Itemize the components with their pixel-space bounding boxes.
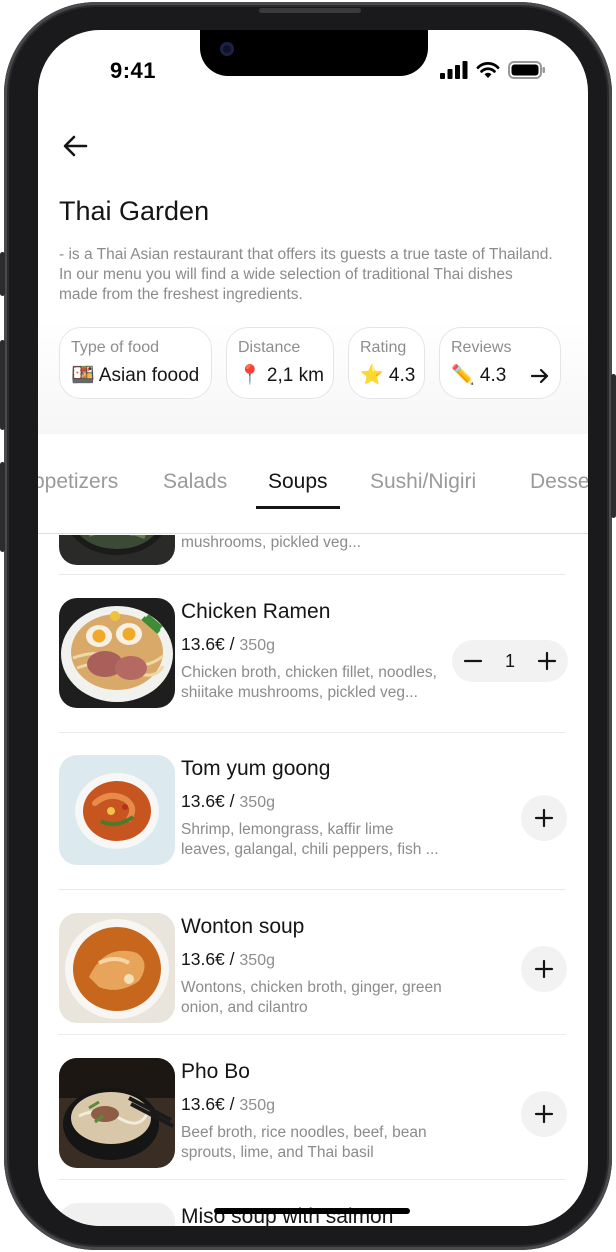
chip-value: 📍 2,1 km: [238, 365, 324, 386]
chip-type-of-food: Type of food 🍱 Asian foood: [59, 327, 212, 399]
divider: [58, 574, 566, 575]
dynamic-island: [200, 30, 428, 76]
add-button[interactable]: [521, 795, 567, 841]
dish-description: mushrooms, pickled veg...: [181, 535, 362, 551]
restaurant-name: Thai Garden: [59, 196, 210, 226]
category-tabs: ppetizers Salads Soups Sushi/Nigiri Dess…: [38, 434, 588, 534]
divider: [58, 732, 566, 733]
plus-icon[interactable]: [536, 650, 558, 672]
plus-icon: [534, 959, 554, 979]
divider: [58, 1034, 566, 1035]
dish-weight: 350g: [239, 952, 275, 969]
dish-price: 13.6€ / 350g: [181, 1094, 275, 1115]
tab-sushi-nigiri[interactable]: Sushi/Nigiri: [370, 470, 476, 494]
signal-icon: [440, 61, 468, 79]
chip-label: Reviews: [451, 339, 512, 356]
quantity-stepper[interactable]: 1: [452, 640, 568, 682]
quantity-value: 1: [504, 650, 515, 671]
add-button[interactable]: [521, 1091, 567, 1137]
screen: 9:41 Thai Garden - is a Thai Asian resta…: [38, 30, 588, 1226]
back-arrow-icon[interactable]: [60, 130, 92, 162]
status-icons: [440, 61, 546, 79]
dish-weight: 350g: [239, 1097, 275, 1114]
phone-frame: 9:41 Thai Garden - is a Thai Asian resta…: [0, 2, 616, 1250]
plus-icon: [534, 1104, 554, 1124]
price-value: 13.6€ /: [181, 791, 235, 811]
add-button[interactable]: [521, 946, 567, 992]
dish-name: Tom yum goong: [181, 757, 331, 780]
chip-label: Type of food: [71, 339, 160, 356]
dish-price: 13.6€ / 350g: [181, 791, 275, 812]
price-value: 13.6€ /: [181, 949, 235, 969]
chip-rating: Rating ⭐ 4.3: [348, 327, 425, 399]
dish-name: Wonton soup: [181, 915, 305, 938]
dish-weight: 350g: [239, 637, 275, 654]
restaurant-description: - is a Thai Asian restaurant that offers…: [59, 246, 553, 303]
dish-price: 13.6€ / 350g: [181, 949, 275, 970]
status-time: 9:41: [110, 58, 157, 83]
wifi-icon: [476, 62, 500, 78]
dish-name: Chicken Ramen: [181, 600, 331, 623]
dish-description: Beef broth, rice noodles, beef, bean spr…: [181, 1124, 427, 1161]
dish-image: [59, 535, 175, 565]
volume-down-button: [0, 462, 5, 552]
price-value: 13.6€ /: [181, 1094, 235, 1114]
mute-switch: [0, 252, 5, 296]
front-camera: [220, 42, 234, 56]
tab-desserts[interactable]: Desse: [530, 470, 588, 494]
divider: [58, 1179, 566, 1180]
power-button: [611, 374, 616, 518]
tab-soups[interactable]: Soups: [268, 470, 328, 494]
dish-image: [59, 913, 175, 1023]
speaker-grille: [259, 8, 361, 13]
battery-icon: [508, 61, 545, 79]
active-tab-indicator: [256, 506, 340, 509]
divider: [58, 889, 566, 890]
dish-name: Pho Bo: [181, 1060, 250, 1083]
chip-reviews[interactable]: Reviews ✏️ 4.3: [439, 327, 561, 399]
chip-label: Distance: [238, 339, 301, 356]
dish-image: [59, 1058, 175, 1168]
tab-appetizers[interactable]: ppetizers: [38, 470, 118, 494]
dish-image: [59, 755, 175, 865]
chip-label: Rating: [360, 339, 407, 356]
volume-up-button: [0, 340, 5, 430]
dish-description: Shrimp, lemongrass, kaffir lime leaves, …: [181, 821, 439, 858]
price-value: 13.6€ /: [181, 634, 235, 654]
plus-icon: [534, 808, 554, 828]
dish-description: Wontons, chicken broth, ginger, green on…: [181, 979, 442, 1016]
dish-image: [59, 1203, 175, 1226]
dish-price: 13.6€ / 350g: [181, 634, 275, 655]
arrow-right-icon[interactable]: [530, 366, 550, 386]
chip-distance: Distance 📍 2,1 km: [226, 327, 334, 399]
dish-description: Chicken broth, chicken fillet, noodles, …: [181, 664, 437, 701]
chip-value: ⭐ 4.3: [360, 365, 416, 386]
tab-salads[interactable]: Salads: [163, 470, 227, 494]
home-indicator[interactable]: [214, 1208, 410, 1214]
info-chips: Type of food 🍱 Asian foood Distance 📍 2,…: [59, 327, 561, 399]
menu-list: mushrooms, pickled veg... Chicken Ramen …: [38, 535, 588, 1226]
chip-value: 🍱 Asian foood: [71, 365, 200, 386]
dish-image: [59, 598, 175, 708]
dish-weight: 350g: [239, 794, 275, 811]
minus-icon[interactable]: [462, 650, 484, 672]
